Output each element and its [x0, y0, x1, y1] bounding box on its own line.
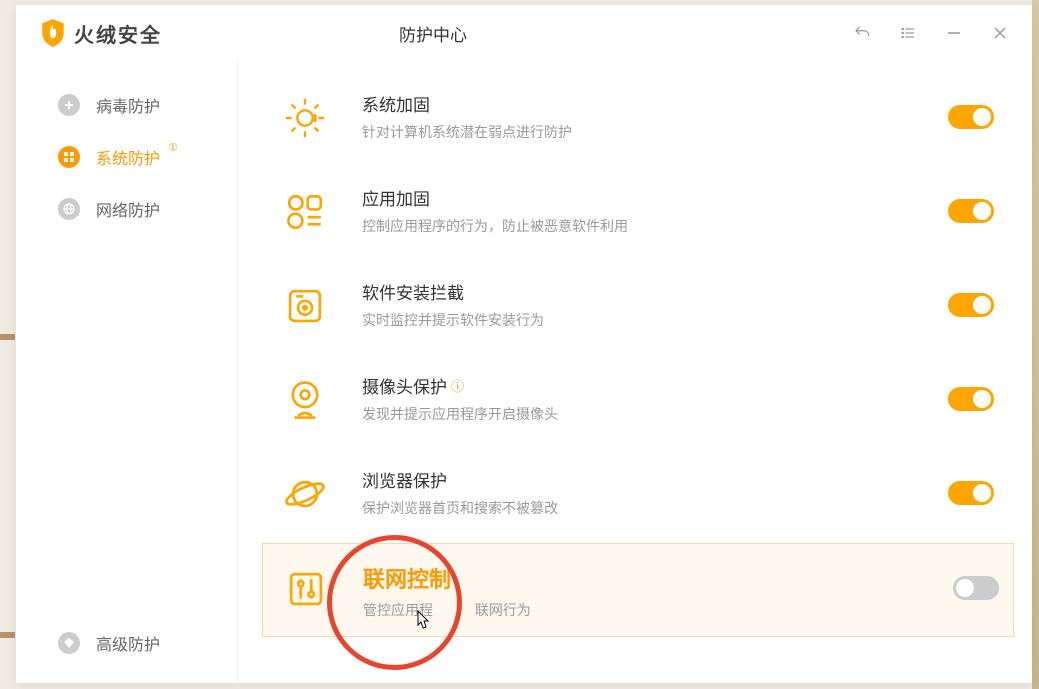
setting-desc: 针对计算机系统潜在弱点进行防护 [362, 122, 920, 142]
sidebar-item-label: 高级防护 [96, 631, 160, 655]
toggle-network-control[interactable] [953, 576, 999, 600]
setting-title: 系统加固 [362, 91, 920, 116]
info-badge-icon: ⓘ [451, 376, 464, 395]
minimize-button[interactable] [936, 15, 972, 51]
toggle-system-hardening[interactable] [948, 105, 994, 129]
sliders-icon [277, 560, 335, 618]
apps-icon [276, 183, 334, 241]
titlebar: 火绒安全 防护中心 [16, 5, 1032, 61]
menu-button[interactable] [890, 15, 926, 51]
diamond-circle-icon [58, 632, 80, 654]
close-icon [993, 26, 1007, 40]
sidebar-item-virus[interactable]: 病毒防护 [16, 79, 237, 131]
app-window: 火绒安全 防护中心 病毒防护 [16, 5, 1032, 683]
webcam-icon [276, 371, 334, 429]
setting-title: 摄像头保护ⓘ [362, 373, 920, 398]
list-icon [900, 25, 916, 41]
sidebar-item-advanced[interactable]: 高级防护 [16, 617, 237, 683]
setting-desc: 管控应用程 联网行为 [363, 600, 925, 620]
back-button[interactable] [844, 15, 880, 51]
toggle-browser[interactable] [948, 481, 994, 505]
setting-row-app-hardening: 应用加固 控制应用程序的行为，防止被恶意软件利用 [238, 165, 1032, 259]
content-area: 系统加固 针对计算机系统潜在弱点进行防护 应用加固 控制应用程序的行为，防止被恶… [238, 61, 1032, 683]
sidebar-item-label: 系统防护 [96, 145, 160, 169]
setting-row-browser: 浏览器保护 保护浏览器首页和搜索不被篡改 [238, 447, 1032, 541]
sidebar-item-label: 病毒防护 [96, 93, 160, 117]
sidebar: 病毒防护 系统防护 ① 网络防护 高级防护 [16, 61, 238, 683]
globe-circle-icon [58, 198, 80, 220]
setting-desc: 实时监控并提示软件安装行为 [362, 310, 920, 330]
window-controls [844, 15, 1018, 51]
page-title: 防护中心 [22, 21, 844, 46]
plus-circle-icon [58, 94, 80, 116]
minimize-icon [947, 26, 961, 40]
toggle-install-block[interactable] [948, 293, 994, 317]
setting-title: 浏览器保护 [362, 467, 920, 492]
setting-title: 联网控制 [363, 562, 925, 594]
undo-icon [853, 24, 871, 42]
install-block-icon [276, 277, 334, 335]
setting-row-camera: 摄像头保护ⓘ 发现并提示应用程序开启摄像头 [238, 353, 1032, 447]
planet-icon [276, 465, 334, 523]
sidebar-item-network[interactable]: 网络防护 [16, 183, 237, 235]
info-badge-icon: ① [168, 141, 178, 154]
sidebar-item-system[interactable]: 系统防护 ① [16, 131, 237, 183]
toggle-app-hardening[interactable] [948, 199, 994, 223]
setting-desc: 保护浏览器首页和搜索不被篡改 [362, 498, 920, 518]
setting-row-system-hardening: 系统加固 针对计算机系统潜在弱点进行防护 [238, 71, 1032, 165]
setting-title: 软件安装拦截 [362, 279, 920, 304]
setting-title: 应用加固 [362, 185, 920, 210]
setting-desc: 控制应用程序的行为，防止被恶意软件利用 [362, 216, 920, 236]
setting-row-install-block: 软件安装拦截 实时监控并提示软件安装行为 [238, 259, 1032, 353]
close-button[interactable] [982, 15, 1018, 51]
windows-circle-icon [58, 146, 80, 168]
setting-desc: 发现并提示应用程序开启摄像头 [362, 404, 920, 424]
setting-row-network-control[interactable]: 联网控制 管控应用程 联网行为 [262, 543, 1014, 637]
toggle-camera[interactable] [948, 387, 994, 411]
sidebar-item-label: 网络防护 [96, 197, 160, 221]
gear-icon [276, 89, 334, 147]
